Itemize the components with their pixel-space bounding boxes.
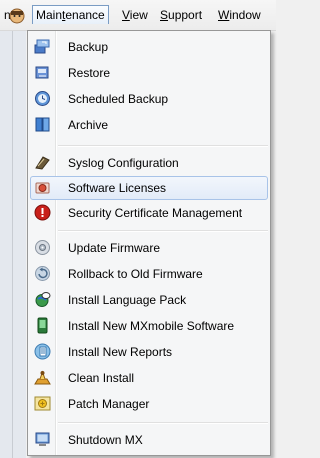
menu-separator	[58, 422, 268, 424]
archive-icon	[35, 117, 50, 132]
menu-item-clean-install[interactable]: Clean Install	[30, 366, 268, 390]
reports-icon	[34, 343, 51, 360]
menu-item-label: Clean Install	[68, 371, 135, 385]
menubar-item-maintenance[interactable]: Maintenance	[32, 5, 109, 24]
menu-item-label: Syslog Configuration	[68, 156, 179, 170]
background-divider	[12, 31, 13, 458]
menu-item-label: Patch Manager	[68, 397, 150, 411]
user-avatar-icon	[9, 8, 25, 24]
menu-item-label: Shutdown MX	[68, 433, 143, 447]
certificate-icon	[34, 204, 51, 221]
backup-icon	[34, 39, 50, 54]
menu-item-patch-manager[interactable]: Patch Manager	[30, 392, 268, 416]
background-window-strip	[0, 31, 26, 458]
restore-icon	[35, 66, 49, 79]
menu-item-install-new-reports[interactable]: Install New Reports	[30, 340, 268, 364]
menu-item-update-firmware[interactable]: Update Firmware	[30, 236, 268, 260]
menu-item-label: Install New Reports	[68, 345, 173, 359]
mobile-icon	[37, 317, 48, 334]
menu-item-shutdown-mx[interactable]: Shutdown MX	[30, 428, 268, 452]
menu-item-security-certificate-management[interactable]: Security Certificate Management	[30, 201, 268, 225]
menu-item-label: Software Licenses	[68, 181, 167, 195]
menu-item-software-licenses[interactable]: Software Licenses	[30, 176, 268, 200]
menu-item-rollback-firmware[interactable]: Rollback to Old Firmware	[30, 262, 268, 286]
menu-item-label: Restore	[68, 66, 111, 80]
menu-item-label: Security Certificate Management	[68, 206, 243, 220]
menubar-item-support[interactable]: Support	[156, 6, 206, 24]
syslog-icon	[35, 156, 50, 170]
menu-item-label: Install New MXmobile Software	[68, 319, 235, 333]
menu-separator	[58, 145, 268, 147]
clean-install-icon	[34, 370, 51, 385]
shutdown-icon	[35, 432, 50, 446]
update-firmware-icon	[35, 240, 50, 255]
maintenance-menu: Backup Restore Scheduled Backup Archive …	[27, 30, 271, 456]
patch-manager-icon	[34, 396, 51, 411]
menu-item-scheduled-backup[interactable]: Scheduled Backup	[30, 87, 268, 111]
menu-item-backup[interactable]: Backup	[30, 35, 268, 59]
rollback-icon	[35, 266, 50, 281]
menubar-item-window[interactable]: Window	[214, 6, 265, 24]
menu-item-label: Update Firmware	[68, 241, 161, 255]
menu-item-label: Backup	[68, 40, 109, 54]
menu-separator	[58, 230, 268, 232]
menu-item-archive[interactable]: Archive	[30, 113, 268, 137]
scheduled-backup-icon	[35, 91, 50, 106]
license-icon	[35, 182, 50, 194]
menu-item-label: Rollback to Old Firmware	[68, 267, 203, 281]
menu-item-install-mxmobile[interactable]: Install New MXmobile Software	[30, 314, 268, 338]
language-pack-icon	[35, 292, 51, 307]
menubar-item-view[interactable]: View	[118, 6, 152, 24]
menu-item-syslog-configuration[interactable]: Syslog Configuration	[30, 151, 268, 175]
menu-item-restore[interactable]: Restore	[30, 61, 268, 85]
menu-item-label: Archive	[68, 118, 109, 132]
menu-item-label: Scheduled Backup	[68, 92, 169, 106]
menu-bar: nt Maintenance View Support Window	[0, 0, 276, 31]
menu-item-label: Install Language Pack	[68, 293, 187, 307]
menu-item-install-language-pack[interactable]: Install Language Pack	[30, 288, 268, 312]
